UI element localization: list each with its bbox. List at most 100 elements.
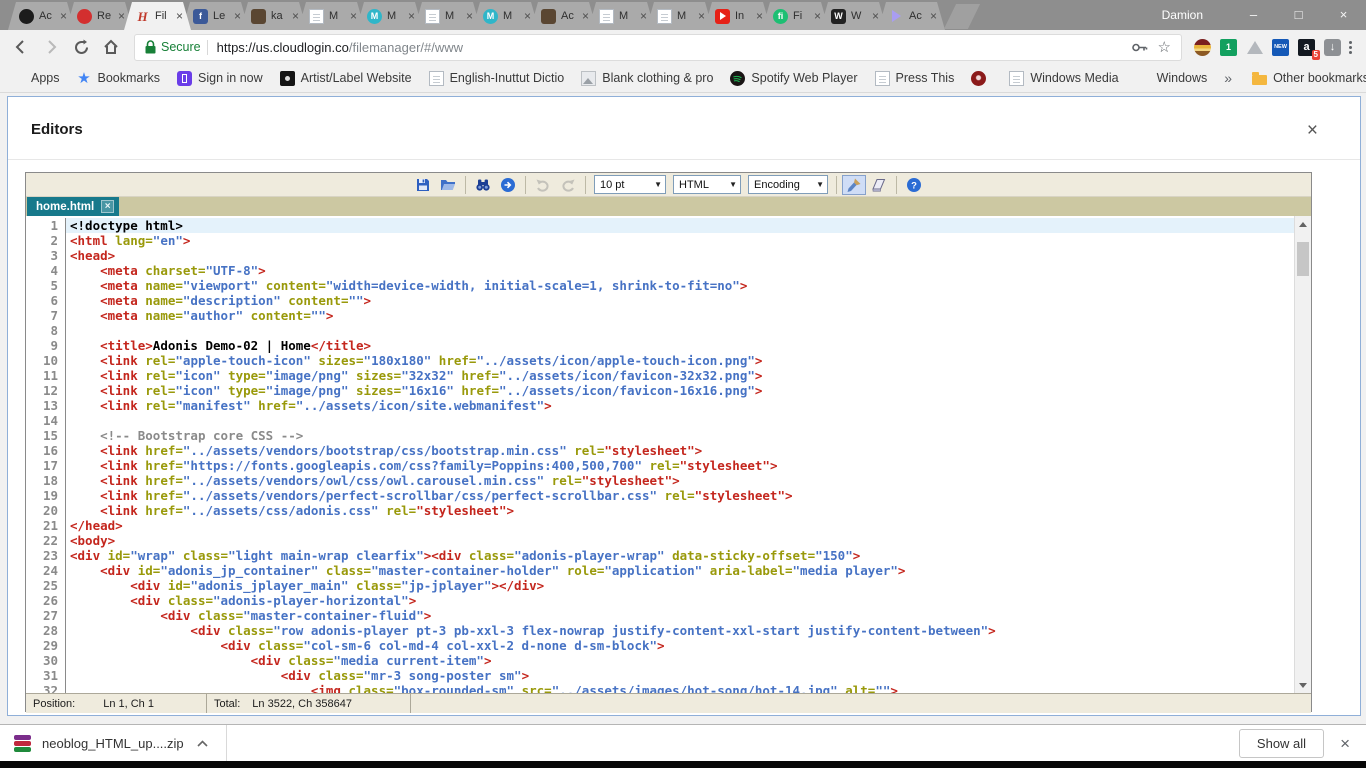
encoding-select[interactable]: Encoding ▼ <box>748 175 828 194</box>
tag-extension-icon[interactable]: 1 <box>1220 39 1237 56</box>
reload-icon[interactable] <box>68 34 94 60</box>
tab-close-icon[interactable]: × <box>350 10 357 22</box>
tab-close-icon[interactable]: × <box>640 10 647 22</box>
code-line[interactable]: 13 <link rel="manifest" href="../assets/… <box>26 398 1294 413</box>
other-bookmarks-button[interactable]: Other bookmarks <box>1252 71 1366 85</box>
browser-tab[interactable]: WW× <box>820 2 887 30</box>
download-caret-icon[interactable] <box>197 734 208 752</box>
code-line[interactable]: 26 <div class="adonis-player-horizontal"… <box>26 593 1294 608</box>
bookmark-item[interactable]: Windows Media <box>1009 71 1118 86</box>
code-line[interactable]: 31 <div class="mr-3 song-poster sm"> <box>26 668 1294 683</box>
download-item[interactable]: neoblog_HTML_up....zip <box>0 725 227 761</box>
new-tab-button[interactable] <box>944 4 980 29</box>
scroll-down-icon[interactable] <box>1295 677 1311 693</box>
code-line[interactable]: 14 <box>26 413 1294 428</box>
code-line[interactable]: 6 <meta name="description" content=""> <box>26 293 1294 308</box>
browser-tab[interactable]: M× <box>588 2 655 30</box>
code-line[interactable]: 15 <!-- Bootstrap core CSS --> <box>26 428 1294 443</box>
redo-icon[interactable] <box>556 175 580 195</box>
minimize-icon[interactable]: – <box>1231 0 1276 30</box>
code-line[interactable]: 10 <link rel="apple-touch-icon" sizes="1… <box>26 353 1294 368</box>
bookmark-item[interactable]: ★Bookmarks <box>77 71 161 86</box>
tab-close-icon[interactable]: × <box>408 10 415 22</box>
find-icon[interactable] <box>471 175 495 195</box>
syntax-select[interactable]: HTML ▼ <box>673 175 741 194</box>
tab-close-icon[interactable]: × <box>872 10 879 22</box>
code-line[interactable]: 19 <link href="../assets/vendors/perfect… <box>26 488 1294 503</box>
code-line[interactable]: 23<div id="wrap" class="light main-wrap … <box>26 548 1294 563</box>
undo-icon[interactable] <box>531 175 555 195</box>
code-line[interactable]: 32 <img class="box-rounded-sm" src="../a… <box>26 683 1294 693</box>
bookmark-item[interactable]: English-Inuttut Dictio <box>429 71 565 86</box>
code-line[interactable]: 30 <div class="media current-item"> <box>26 653 1294 668</box>
amazon-extension-icon[interactable]: a5 <box>1298 39 1315 56</box>
help-icon[interactable]: ? <box>902 175 926 195</box>
browser-tab[interactable]: ka× <box>240 2 307 30</box>
bookmark-item[interactable]: Apps <box>10 71 60 86</box>
font-size-select[interactable]: 10 pt ▼ <box>594 175 666 194</box>
code-line[interactable]: 17 <link href="https://fonts.googleapis.… <box>26 458 1294 473</box>
code-line[interactable]: 24 <div id="adonis_jp_container" class="… <box>26 563 1294 578</box>
code-line[interactable]: 5 <meta name="viewport" content="width=d… <box>26 278 1294 293</box>
profile-name[interactable]: Damion <box>1162 8 1203 22</box>
syntax-highlight-toggle-icon[interactable] <box>842 175 866 195</box>
modal-close-icon[interactable]: × <box>1307 121 1318 140</box>
code-line[interactable]: 16 <link href="../assets/vendors/bootstr… <box>26 443 1294 458</box>
code-line[interactable]: 22<body> <box>26 533 1294 548</box>
tab-close-icon[interactable]: × <box>466 10 473 22</box>
tab-close-icon[interactable]: × <box>234 10 241 22</box>
new-extension-icon[interactable]: NEW <box>1272 39 1289 56</box>
save-icon[interactable] <box>411 175 435 195</box>
scroll-up-icon[interactable] <box>1295 216 1311 232</box>
code-line[interactable]: 12 <link rel="icon" type="image/png" siz… <box>26 383 1294 398</box>
code-area[interactable]: 1<!doctype html>2<html lang="en">3<head>… <box>26 216 1311 693</box>
face-extension-icon[interactable] <box>1194 39 1211 56</box>
code-line[interactable]: 9 <title>Adonis Demo-02 | Home</title> <box>26 338 1294 353</box>
bookmarks-overflow-icon[interactable]: » <box>1224 70 1232 86</box>
browser-tab[interactable]: Ac× <box>8 2 75 30</box>
code-line[interactable]: 20 <link href="../assets/css/adonis.css"… <box>26 503 1294 518</box>
bookmark-item[interactable] <box>971 71 992 86</box>
tab-close-icon[interactable]: × <box>292 10 299 22</box>
file-tab-close-icon[interactable]: × <box>101 200 114 213</box>
code-line[interactable]: 21</head> <box>26 518 1294 533</box>
browser-tab[interactable]: Ac× <box>878 2 945 30</box>
bookmark-star-icon[interactable]: ☆ <box>1158 38 1171 56</box>
browser-tab[interactable]: HFil× <box>124 2 191 30</box>
editor-scrollbar[interactable] <box>1294 216 1311 693</box>
scrollbar-thumb[interactable] <box>1297 242 1309 276</box>
bookmark-item[interactable]: Press This <box>875 71 955 86</box>
browser-tab[interactable]: fiFi× <box>762 2 829 30</box>
bookmark-item[interactable]: Spotify Web Player <box>730 71 857 86</box>
tab-close-icon[interactable]: × <box>582 10 589 22</box>
code-line[interactable]: 28 <div class="row adonis-player pt-3 pb… <box>26 623 1294 638</box>
code-line[interactable]: 27 <div class="master-container-fluid"> <box>26 608 1294 623</box>
bookmark-item[interactable]: Artist/Label Website <box>280 71 412 86</box>
maximize-icon[interactable]: □ <box>1276 0 1321 30</box>
drive-extension-icon[interactable] <box>1246 39 1263 56</box>
browser-tab[interactable]: In× <box>704 2 771 30</box>
code-line[interactable]: 25 <div id="adonis_jplayer_main" class="… <box>26 578 1294 593</box>
code-line[interactable]: 4 <meta charset="UTF-8"> <box>26 263 1294 278</box>
show-all-button[interactable]: Show all <box>1239 729 1324 758</box>
download-bar-close-icon[interactable]: × <box>1340 735 1350 752</box>
address-bar[interactable]: Secure https://us.cloudlogin.co /fileman… <box>134 34 1182 61</box>
bookmark-item[interactable]: Sign in now <box>177 71 263 86</box>
tab-close-icon[interactable]: × <box>118 10 125 22</box>
code-line[interactable]: 11 <link rel="icon" type="image/png" siz… <box>26 368 1294 383</box>
open-file-icon[interactable] <box>436 175 460 195</box>
key-icon[interactable] <box>1131 39 1148 56</box>
browser-menu-icon[interactable] <box>1349 41 1352 54</box>
code-line[interactable]: 18 <link href="../assets/vendors/owl/css… <box>26 473 1294 488</box>
tab-close-icon[interactable]: × <box>930 10 937 22</box>
browser-tab[interactable]: M× <box>646 2 713 30</box>
tab-close-icon[interactable]: × <box>176 10 183 22</box>
browser-tab[interactable]: MM× <box>472 2 539 30</box>
code-line[interactable]: 3<head> <box>26 248 1294 263</box>
browser-tab[interactable]: M× <box>414 2 481 30</box>
home-icon[interactable] <box>98 34 124 60</box>
code-line[interactable]: 2<html lang="en"> <box>26 233 1294 248</box>
browser-tab[interactable]: Re× <box>66 2 133 30</box>
clear-highlight-icon[interactable] <box>867 175 891 195</box>
tab-close-icon[interactable]: × <box>60 10 67 22</box>
